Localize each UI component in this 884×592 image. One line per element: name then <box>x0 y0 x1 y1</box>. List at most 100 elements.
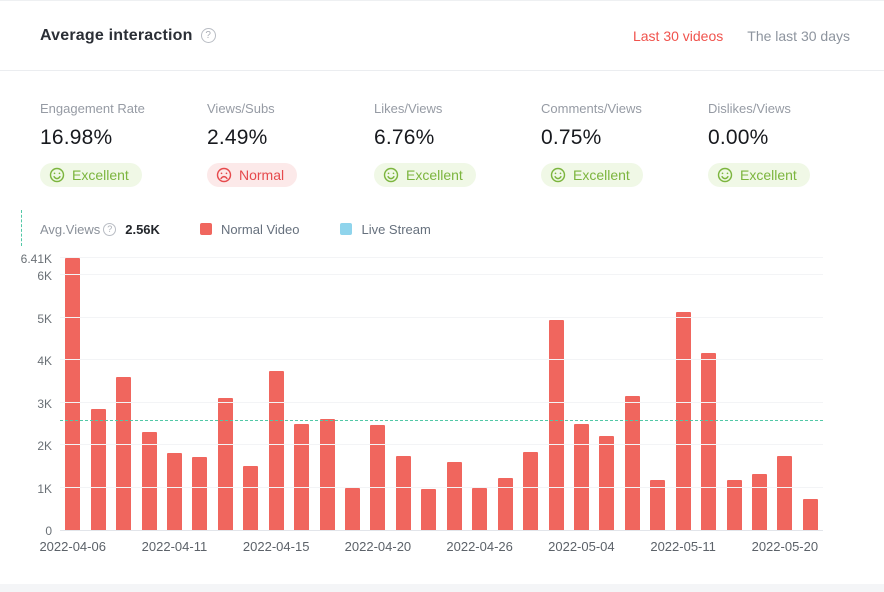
metric-dislikes-views: Dislikes/Views 0.00% Excellent <box>708 101 875 188</box>
normal-video-swatch <box>200 223 212 235</box>
video-views-bar[interactable] <box>599 436 614 530</box>
video-views-bar[interactable] <box>421 489 436 530</box>
gridline <box>60 444 823 445</box>
y-axis-tick-label: 6.41K <box>21 252 52 266</box>
bar-slot <box>416 259 441 530</box>
y-axis-tick-label: 0 <box>45 524 52 538</box>
video-views-bar[interactable] <box>625 396 640 531</box>
gridline <box>60 274 823 275</box>
bar-slot <box>162 259 187 530</box>
status-badge: Excellent <box>541 163 643 187</box>
y-axis-tick-label: 4K <box>37 354 52 368</box>
avg-views-dashed-line <box>60 420 823 421</box>
avg-line-legend-marker <box>21 210 22 246</box>
help-icon[interactable]: ? <box>201 28 216 43</box>
video-views-bar[interactable] <box>370 425 385 530</box>
video-views-bar[interactable] <box>294 424 309 530</box>
tab-last-30-videos[interactable]: Last 30 videos <box>633 28 723 44</box>
smile-icon <box>383 167 399 183</box>
range-tabs: Last 30 videos The last 30 days <box>633 28 850 44</box>
legend-item-live-stream[interactable]: Live Stream <box>340 222 430 237</box>
status-badge: Excellent <box>374 163 476 187</box>
video-views-bar[interactable] <box>167 453 182 530</box>
gridline <box>60 402 823 403</box>
x-axis: 2022-04-062022-04-112022-04-152022-04-20… <box>60 539 823 557</box>
video-views-bar[interactable] <box>777 456 792 530</box>
video-views-bar[interactable] <box>320 419 335 530</box>
video-views-bar[interactable] <box>396 456 411 530</box>
bar-slot <box>696 259 721 530</box>
bar-slot <box>111 259 136 530</box>
metric-value: 0.00% <box>708 126 875 150</box>
y-axis-tick-label: 2K <box>37 439 52 453</box>
legend-label: Live Stream <box>361 222 430 237</box>
video-views-bar[interactable] <box>472 488 487 530</box>
bar-slot <box>492 259 517 530</box>
x-axis-tick-label: 2022-04-20 <box>345 539 412 554</box>
y-axis-tick-label: 3K <box>37 397 52 411</box>
video-views-bar[interactable] <box>574 424 589 531</box>
bar-slot <box>747 259 772 530</box>
legend-item-normal-video[interactable]: Normal Video <box>200 222 300 237</box>
status-label: Excellent <box>406 167 463 183</box>
bar-slot <box>671 259 696 530</box>
smile-icon <box>550 167 566 183</box>
x-axis-tick-label: 2022-05-20 <box>752 539 819 554</box>
status-label: Excellent <box>573 167 630 183</box>
bar-slot <box>772 259 797 530</box>
video-views-bar[interactable] <box>192 457 207 530</box>
metric-label: Comments/Views <box>541 101 708 116</box>
metric-value: 6.76% <box>374 126 541 150</box>
frown-icon <box>216 167 232 183</box>
bar-slot <box>620 259 645 530</box>
bar-slot <box>136 259 161 530</box>
status-badge: Excellent <box>708 163 810 187</box>
bar-slot <box>467 259 492 530</box>
bar-slot <box>721 259 746 530</box>
avg-views-value: 2.56K <box>125 222 160 237</box>
video-views-bar[interactable] <box>218 398 233 530</box>
bar-slot <box>645 259 670 530</box>
smile-icon <box>49 167 65 183</box>
metric-label: Views/Subs <box>207 101 374 116</box>
video-views-bar[interactable] <box>91 409 106 530</box>
video-views-bar[interactable] <box>345 488 360 530</box>
metric-value: 2.49% <box>207 126 374 150</box>
smile-icon <box>717 167 733 183</box>
metrics-row: Engagement Rate 16.98% Excellent Views/S… <box>0 71 884 188</box>
gridline <box>60 487 823 488</box>
avg-views-help-icon[interactable]: ? <box>103 223 116 236</box>
video-views-bar[interactable] <box>701 353 716 530</box>
x-axis-tick-label: 2022-04-11 <box>142 539 208 554</box>
bar-slot <box>569 259 594 530</box>
video-views-bar[interactable] <box>752 474 767 530</box>
metric-comments-views: Comments/Views 0.75% Excellent <box>541 101 708 188</box>
bar-slot <box>60 259 85 530</box>
status-badge: Normal <box>207 163 297 187</box>
bar-slot <box>391 259 416 530</box>
metric-views-subs: Views/Subs 2.49% Normal <box>207 101 374 188</box>
tab-last-30-days[interactable]: The last 30 days <box>747 28 850 44</box>
video-views-bar[interactable] <box>243 466 258 530</box>
video-views-bar[interactable] <box>269 371 284 530</box>
video-views-bar[interactable] <box>803 499 818 530</box>
metric-likes-views: Likes/Views 6.76% Excellent <box>374 101 541 188</box>
bar-slot <box>340 259 365 530</box>
bar-slot <box>798 259 823 530</box>
metric-label: Dislikes/Views <box>708 101 875 116</box>
x-axis-tick-label: 2022-04-26 <box>446 539 513 554</box>
video-views-bar[interactable] <box>523 452 538 530</box>
average-interaction-card: Average interaction ? Last 30 videos The… <box>0 0 884 584</box>
status-badge: Excellent <box>40 163 142 187</box>
chart-legend: Avg.Views ? 2.56K Normal Video Live Stre… <box>40 214 884 244</box>
y-axis-tick-label: 6K <box>37 269 52 283</box>
video-views-bar[interactable] <box>447 462 462 530</box>
legend-label: Normal Video <box>221 222 300 237</box>
video-views-bar[interactable] <box>549 320 564 530</box>
video-views-bar[interactable] <box>116 377 131 530</box>
y-axis-tick-label: 5K <box>37 312 52 326</box>
bar-slot <box>518 259 543 530</box>
video-views-bar[interactable] <box>142 432 157 530</box>
video-views-bar[interactable] <box>65 258 80 530</box>
y-axis-tick-label: 1K <box>37 482 52 496</box>
